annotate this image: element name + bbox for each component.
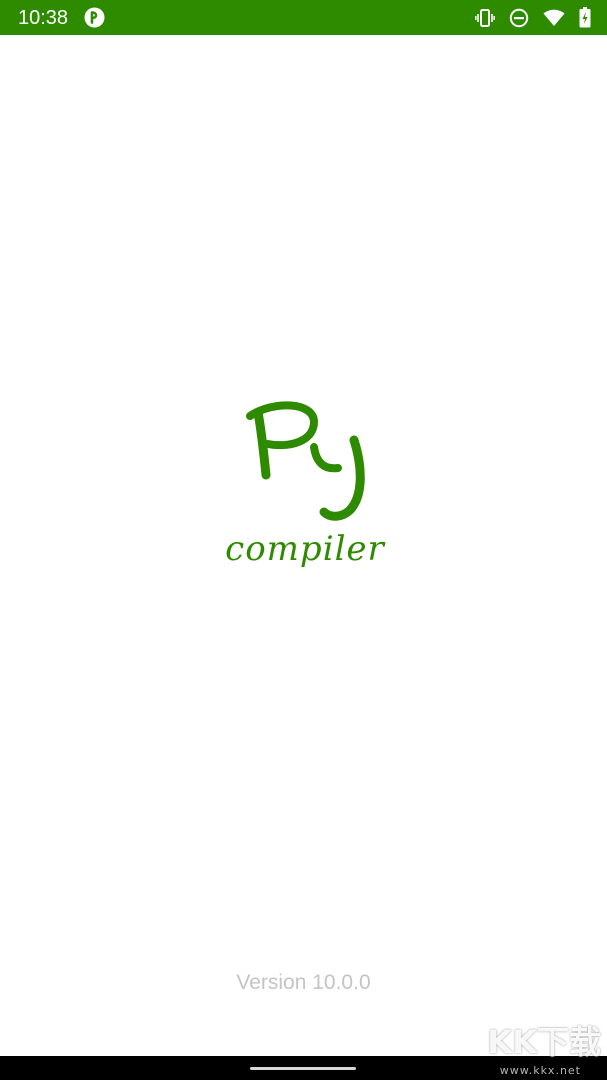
logo-subtitle: compiler	[225, 529, 385, 569]
status-time: 10:38	[18, 7, 69, 29]
home-gesture-pill[interactable]	[250, 1067, 356, 1070]
vibrate-icon	[475, 8, 495, 27]
version-label: Version 10.0.0	[236, 971, 371, 994]
battery-charging-icon	[579, 7, 591, 28]
navigation-bar	[0, 1056, 607, 1080]
do-not-disturb-icon	[509, 8, 529, 27]
app-logo: compiler	[225, 401, 385, 569]
status-icons	[475, 7, 591, 28]
wifi-icon	[543, 9, 565, 26]
splash-screen: compiler Version 10.0.0	[0, 35, 607, 1056]
status-bar: 10:38	[0, 0, 607, 35]
notification-p-icon	[84, 7, 105, 28]
